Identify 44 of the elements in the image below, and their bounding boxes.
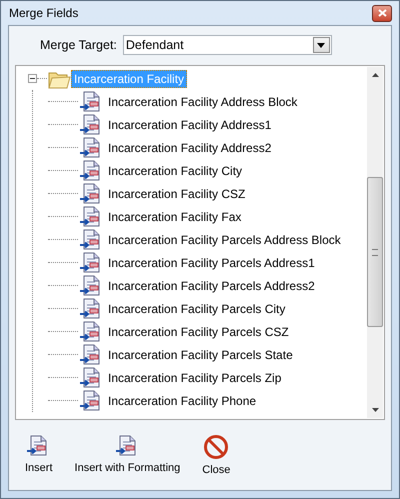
close-icon bbox=[378, 9, 386, 17]
caret-icon bbox=[317, 42, 326, 48]
document-icon bbox=[78, 158, 102, 182]
document-icon bbox=[78, 228, 102, 252]
document-icon bbox=[114, 434, 138, 458]
document-icon bbox=[78, 90, 102, 114]
tree-item[interactable]: Incarceration Facility Parcels State bbox=[105, 346, 296, 364]
scrollbar[interactable] bbox=[367, 67, 383, 418]
document-icon bbox=[25, 434, 50, 458]
close-button[interactable]: Close bbox=[196, 432, 236, 478]
tree-item[interactable]: Incarceration Facility Address1 bbox=[105, 116, 274, 134]
document-icon bbox=[78, 296, 102, 320]
insert-button[interactable]: Insert with Formatting bbox=[68, 432, 186, 478]
document-icon bbox=[78, 204, 102, 228]
scroll-up-icon[interactable] bbox=[372, 73, 378, 77]
merge-target-label: Merge Target: bbox=[40, 38, 117, 52]
document-icon bbox=[78, 250, 102, 274]
document-icon bbox=[78, 136, 102, 160]
tree-item[interactable]: Incarceration Facility Parcels City bbox=[105, 300, 288, 318]
document-icon bbox=[78, 274, 102, 298]
merge-target-dropdown[interactable]: Defendant bbox=[122, 35, 332, 55]
document-icon bbox=[78, 366, 102, 390]
tree-item[interactable]: Incarceration Facility CSZ bbox=[105, 184, 248, 202]
insert-button[interactable]: Insert bbox=[19, 432, 59, 478]
no-entry-icon bbox=[203, 434, 230, 460]
document-icon bbox=[78, 388, 102, 412]
window-title: Merge Fields bbox=[8, 6, 78, 20]
tree-item[interactable]: Incarceration Facility Fax bbox=[105, 208, 244, 226]
document-icon bbox=[78, 320, 102, 344]
tree-item[interactable]: Incarceration Facility Parcels CSZ bbox=[105, 322, 292, 340]
tree-item[interactable]: Incarceration Facility Parcels Address Block bbox=[105, 230, 344, 248]
tree-item[interactable]: Incarceration Facility Address2 bbox=[105, 138, 274, 156]
tree-item[interactable]: Incarceration Facility Address Block bbox=[105, 92, 300, 110]
tree-item[interactable]: Incarceration Facility Phone bbox=[105, 392, 260, 410]
document-icon bbox=[78, 342, 102, 366]
tree-item[interactable]: Incarceration Facility Parcels Zip bbox=[105, 368, 284, 386]
tree-item[interactable]: Incarceration Facility Parcels Address2 bbox=[105, 276, 318, 294]
collapse-icon[interactable] bbox=[28, 74, 37, 83]
tree-item[interactable]: Incarceration Facility City bbox=[105, 162, 246, 180]
document-icon bbox=[78, 112, 102, 136]
close-button[interactable] bbox=[372, 4, 392, 22]
tree-item[interactable]: Incarceration Facility Parcels Address1 bbox=[105, 254, 318, 272]
document-icon bbox=[78, 182, 102, 206]
scroll-down-icon[interactable] bbox=[372, 408, 378, 412]
